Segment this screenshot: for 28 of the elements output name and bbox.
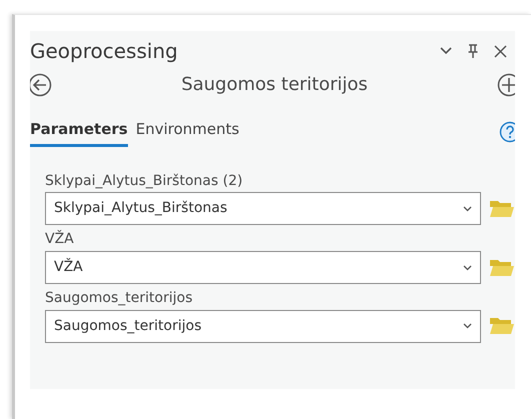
add-button[interactable]	[496, 72, 515, 96]
pin-button[interactable]	[468, 44, 478, 58]
parameter-dropdown[interactable]: VŽA	[45, 251, 481, 284]
help-button[interactable]	[499, 120, 515, 142]
pane-title: Geoprocessing	[30, 39, 178, 63]
options-button[interactable]	[440, 47, 452, 55]
chevron-down-icon	[440, 47, 452, 55]
parameter-dropdown[interactable]: Saugomos_teritorijos	[45, 310, 481, 343]
close-button[interactable]	[494, 44, 507, 58]
folder-icon	[489, 198, 515, 219]
parameter-label: Saugomos_teritorijos	[45, 290, 194, 307]
tab[interactable]: Environments	[136, 118, 240, 146]
help-icon	[499, 120, 515, 142]
parameter-label: Sklypai_Alytus_Birštonas (2)	[45, 172, 244, 190]
chevron-down-icon	[463, 264, 472, 271]
back-arrow-icon	[30, 72, 52, 96]
plus-icon	[496, 72, 515, 96]
parameter-dropdown[interactable]: Sklypai_Alytus_Birštonas	[45, 192, 481, 226]
parameter-label: VŽA	[45, 231, 75, 248]
folder-icon	[489, 258, 515, 278]
folder-icon	[489, 316, 515, 336]
tab[interactable]: Parameters	[30, 118, 128, 146]
tool-title: Saugomos teritorijos	[181, 73, 368, 97]
back-button[interactable]	[30, 72, 52, 96]
chevron-down-icon	[463, 323, 472, 330]
close-icon	[494, 44, 507, 58]
chevron-down-icon	[463, 206, 472, 212]
pin-icon	[468, 44, 478, 58]
